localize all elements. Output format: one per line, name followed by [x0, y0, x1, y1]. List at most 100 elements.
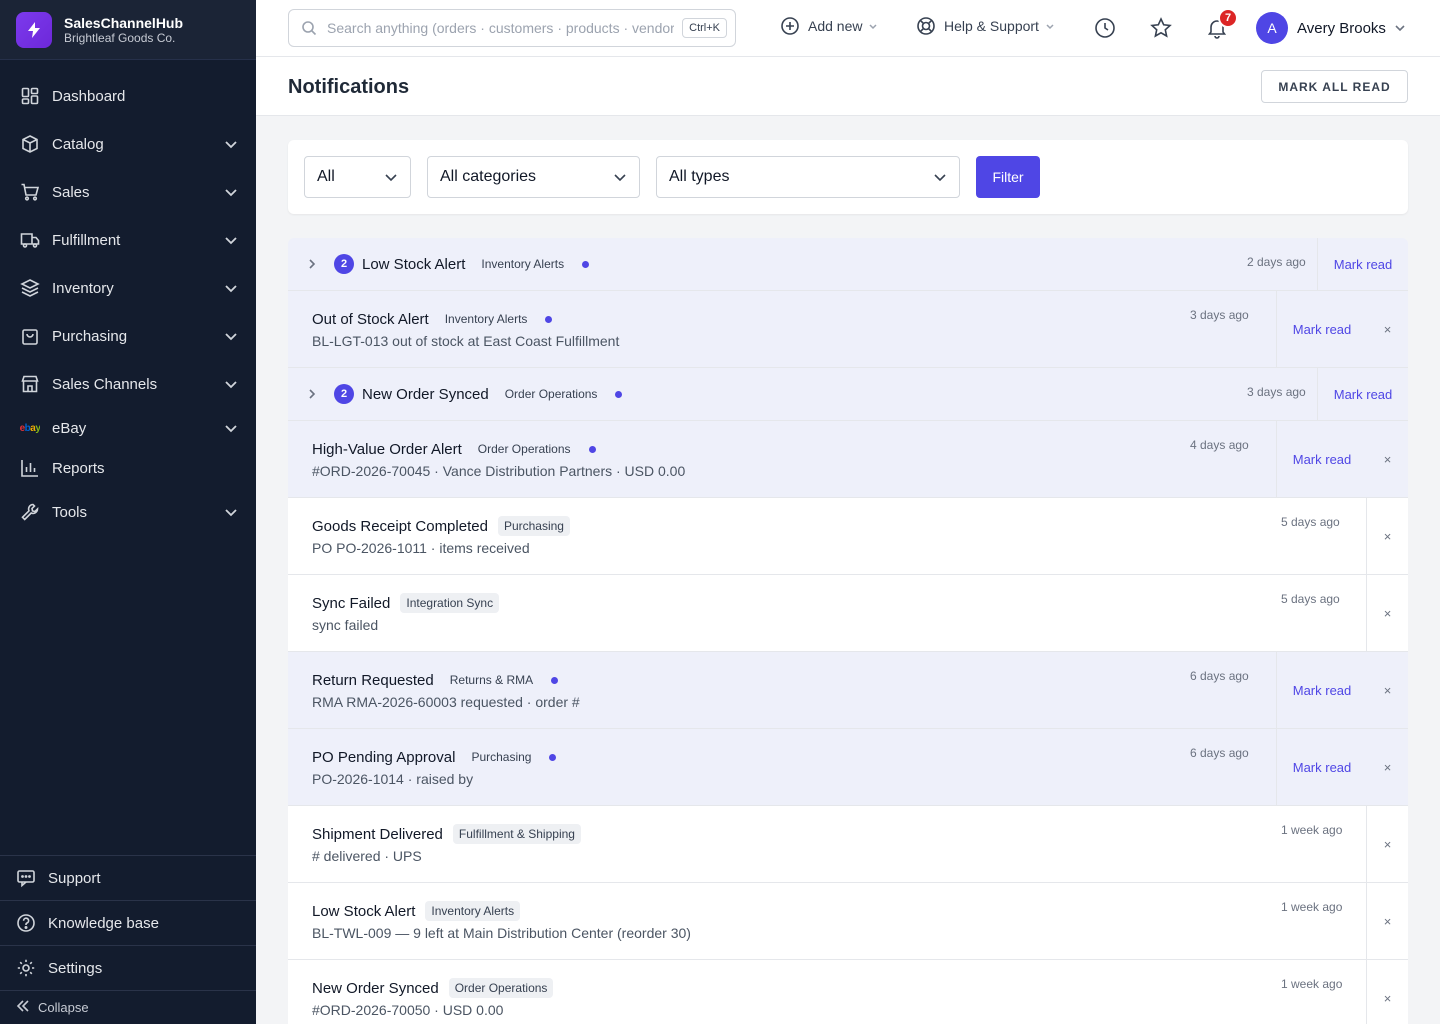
- user-menu[interactable]: A Avery Brooks: [1256, 12, 1406, 44]
- chevron-down-icon: [869, 24, 878, 30]
- sidebar-item-sales-channels[interactable]: Sales Channels: [0, 360, 256, 408]
- notification-row[interactable]: Sync Failed Integration Sync sync failed…: [288, 575, 1408, 652]
- notification-title: Sync Failed: [312, 594, 391, 612]
- chevron-down-icon: [225, 381, 237, 389]
- sidebar-item-sales[interactable]: Sales: [0, 168, 256, 216]
- user-name: Avery Brooks: [1297, 19, 1386, 37]
- mark-read-button[interactable]: Mark read: [1293, 322, 1352, 337]
- shopping-bag-icon: [20, 326, 40, 346]
- sidebar-collapse-button[interactable]: Collapse: [0, 990, 256, 1024]
- chevron-down-icon: [225, 189, 237, 197]
- dismiss-icon[interactable]: ×: [1384, 606, 1392, 621]
- notifications-list: 2 Low Stock Alert Inventory Alerts 2 day…: [288, 238, 1408, 1024]
- filter-button[interactable]: Filter: [976, 156, 1040, 198]
- mark-read-button[interactable]: Mark read: [1293, 452, 1352, 467]
- category-tag: Integration Sync: [400, 593, 500, 613]
- mark-read-button[interactable]: Mark read: [1293, 683, 1352, 698]
- chevron-down-icon: [1395, 25, 1405, 32]
- notification-title: PO Pending Approval: [312, 748, 456, 766]
- sidebar-item-label: Sales Channels: [52, 375, 158, 393]
- help-support-label: Help & Support: [944, 18, 1039, 34]
- cart-icon: [20, 182, 40, 202]
- dismiss-icon[interactable]: ×: [1384, 452, 1392, 467]
- sidebar-item-label: Reports: [52, 459, 105, 477]
- sidebar-item-ebay[interactable]: ebay eBay: [0, 408, 256, 448]
- dismiss-icon[interactable]: ×: [1384, 760, 1392, 775]
- group-count-badge: 2: [334, 384, 354, 404]
- sidebar-item-purchasing[interactable]: Purchasing: [0, 312, 256, 360]
- dismiss-icon[interactable]: ×: [1384, 991, 1392, 1006]
- notification-time: 3 days ago: [1190, 308, 1249, 322]
- notification-description: PO PO-2026-1011 · items received: [312, 540, 530, 556]
- add-new-button[interactable]: Add new: [780, 16, 878, 36]
- dismiss-icon[interactable]: ×: [1384, 837, 1392, 852]
- chevron-right-icon[interactable]: [306, 388, 318, 400]
- notification-row[interactable]: New Order Synced Order Operations #ORD-2…: [288, 960, 1408, 1024]
- favorites-button[interactable]: [1149, 16, 1173, 40]
- sidebar-collapse-label: Collapse: [38, 1000, 89, 1015]
- search-input[interactable]: [327, 20, 675, 36]
- unread-dot: [588, 445, 596, 453]
- notification-description: BL-TWL-009 — 9 left at Main Distribution…: [312, 925, 691, 941]
- chevron-down-icon: [1046, 24, 1054, 30]
- avatar: A: [1256, 12, 1288, 44]
- sidebar-item-inventory[interactable]: Inventory: [0, 264, 256, 312]
- notification-row[interactable]: Shipment Delivered Fulfillment & Shippin…: [288, 806, 1408, 883]
- sidebar-item-tools[interactable]: Tools: [0, 488, 256, 536]
- unread-dot: [545, 315, 553, 323]
- notification-row[interactable]: High-Value Order Alert Order Operations …: [288, 421, 1408, 498]
- help-support-button[interactable]: Help & Support: [916, 16, 1055, 36]
- filter-bar: All All categories All types Filter: [288, 140, 1408, 214]
- notification-time: 1 week ago: [1281, 900, 1343, 914]
- notification-group[interactable]: 2 Low Stock Alert Inventory Alerts 2 day…: [288, 238, 1408, 291]
- notification-row[interactable]: Goods Receipt Completed Purchasing PO PO…: [288, 498, 1408, 575]
- dismiss-icon[interactable]: ×: [1384, 529, 1392, 544]
- brand-name: SalesChannelHub: [64, 14, 184, 31]
- notification-row[interactable]: Out of Stock Alert Inventory Alerts BL-L…: [288, 291, 1408, 368]
- notification-group[interactable]: 2 New Order Synced Order Operations 3 da…: [288, 368, 1408, 421]
- sidebar-item-fulfillment[interactable]: Fulfillment: [0, 216, 256, 264]
- notification-row[interactable]: Return Requested Returns & RMA RMA RMA-2…: [288, 652, 1408, 729]
- notification-title: High-Value Order Alert: [312, 440, 462, 458]
- mark-read-button[interactable]: Mark read: [1334, 257, 1393, 272]
- group-count-badge: 2: [334, 254, 354, 274]
- notification-title: Low Stock Alert: [362, 255, 466, 273]
- store-icon: [20, 374, 40, 394]
- brand[interactable]: SalesChannelHub Brightleaf Goods Co.: [0, 0, 256, 60]
- sidebar-support[interactable]: Support: [0, 855, 256, 900]
- mark-all-read-button[interactable]: MARK ALL READ: [1261, 70, 1408, 103]
- notification-time: 4 days ago: [1190, 438, 1249, 452]
- notification-time: 6 days ago: [1190, 669, 1249, 683]
- sidebar-item-reports[interactable]: Reports: [0, 448, 256, 488]
- dismiss-icon[interactable]: ×: [1384, 683, 1392, 698]
- sidebar-settings[interactable]: Settings: [0, 945, 256, 990]
- sidebar-item-label: Inventory: [52, 279, 114, 297]
- sidebar-item-label: Tools: [52, 503, 88, 521]
- history-button[interactable]: [1093, 16, 1117, 40]
- notification-time: 3 days ago: [1247, 385, 1306, 399]
- sidebar-item-catalog[interactable]: Catalog: [0, 120, 256, 168]
- category-tag: Inventory Alerts: [425, 901, 521, 921]
- mark-read-button[interactable]: Mark read: [1334, 387, 1393, 402]
- category-tag: Fulfillment & Shipping: [452, 824, 581, 844]
- notification-description: RMA RMA-2026-60003 requested · order #: [312, 694, 580, 710]
- notification-row[interactable]: PO Pending Approval Purchasing PO-2026-1…: [288, 729, 1408, 806]
- chevron-down-icon: [385, 174, 397, 182]
- category-tag: Inventory Alerts: [481, 257, 565, 271]
- global-search[interactable]: Ctrl+K: [288, 9, 736, 47]
- notification-title: Low Stock Alert: [312, 902, 416, 920]
- category-select[interactable]: All categories: [427, 156, 640, 198]
- notifications-button[interactable]: 7: [1205, 8, 1238, 40]
- notification-description: PO-2026-1014 · raised by: [312, 771, 474, 787]
- mark-read-button[interactable]: Mark read: [1293, 760, 1352, 775]
- dismiss-icon[interactable]: ×: [1384, 322, 1392, 337]
- category-tag: Purchasing: [497, 516, 570, 536]
- sidebar-knowledge-base[interactable]: Knowledge base: [0, 900, 256, 945]
- chevron-right-icon[interactable]: [306, 258, 318, 270]
- notification-row[interactable]: Low Stock Alert Inventory Alerts BL-TWL-…: [288, 883, 1408, 960]
- type-select[interactable]: All types: [656, 156, 960, 198]
- dismiss-icon[interactable]: ×: [1384, 914, 1392, 929]
- search-icon: [302, 21, 317, 36]
- sidebar-item-dashboard[interactable]: Dashboard: [0, 72, 256, 120]
- status-select[interactable]: All: [304, 156, 411, 198]
